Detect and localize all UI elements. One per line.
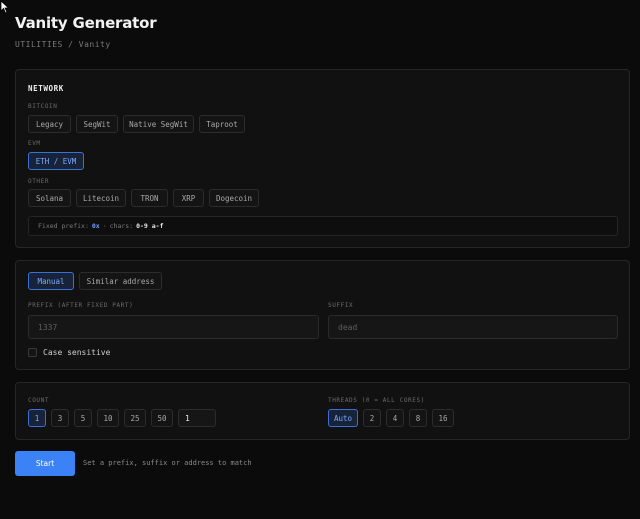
bitcoin-options: Legacy SegWit Native SegWit Taproot [28,115,245,133]
pattern-card: Manual Similar address PREFIX (AFTER FIX… [15,260,630,370]
case-sensitive-row: Case sensitive [28,348,110,357]
count-option-25[interactable]: 25 [124,409,146,427]
fixed-prefix-value: 0x [91,222,100,230]
network-option-solana[interactable]: Solana [28,189,71,207]
thread-option-8[interactable]: 8 [409,409,427,427]
evm-options: ETH / EVM [28,152,84,170]
page-title: Vanity Generator [15,14,157,32]
breadcrumb: UTILITIES / Vanity [15,40,111,49]
fixed-prefix-label: Fixed prefix: [38,222,89,230]
network-option-eth-evm[interactable]: ETH / EVM [28,152,84,170]
count-label: COUNT [28,397,50,404]
network-title: NETWORK [28,84,64,93]
count-option-5[interactable]: 5 [74,409,92,427]
count-options: 1 3 5 10 25 50 1 [28,409,216,427]
thread-options: Auto 2 4 8 16 [328,409,454,427]
network-option-legacy[interactable]: Legacy [28,115,71,133]
case-sensitive-checkbox[interactable] [28,348,37,357]
thread-option-4[interactable]: 4 [386,409,404,427]
start-button[interactable]: Start [15,451,75,476]
count-option-1[interactable]: 1 [28,409,46,427]
thread-option-auto[interactable]: Auto [328,409,358,427]
tab-manual[interactable]: Manual [28,272,74,290]
count-option-3[interactable]: 3 [51,409,69,427]
other-options: Solana Litecoin TRON XRP Dogecoin [28,189,259,207]
network-option-segwit[interactable]: SegWit [76,115,118,133]
count-option-10[interactable]: 10 [97,409,119,427]
count-input[interactable]: 1 [178,409,216,427]
network-option-taproot[interactable]: Taproot [199,115,245,133]
threads-label: THREADS (0 = ALL CORES) [328,397,425,404]
mode-tabs: Manual Similar address [28,272,162,290]
suffix-label: SUFFIX [328,302,354,309]
count-option-50[interactable]: 50 [151,409,173,427]
network-option-native-segwit[interactable]: Native SegWit [123,115,194,133]
thread-option-16[interactable]: 16 [432,409,454,427]
network-option-xrp[interactable]: XRP [173,189,204,207]
prefix-input[interactable]: 1337 [28,315,319,339]
suffix-input[interactable]: dead [328,315,618,339]
chars-label: chars: [109,222,134,230]
network-card: NETWORK BITCOIN Legacy SegWit Native Seg… [15,69,630,248]
bitcoin-group-label: BITCOIN [28,103,58,110]
tab-similar-address[interactable]: Similar address [79,272,162,290]
prefix-label: PREFIX (AFTER FIXED PART) [28,302,134,309]
evm-group-label: EVM [28,140,41,147]
chars-value: 0-9 a-f [136,222,164,230]
case-sensitive-label: Case sensitive [43,348,111,357]
thread-option-2[interactable]: 2 [363,409,381,427]
mouse-cursor-icon [0,0,10,14]
network-option-tron[interactable]: TRON [131,189,168,207]
network-option-litecoin[interactable]: Litecoin [76,189,126,207]
network-info-box: Fixed prefix: 0x · chars: 0-9 a-f [28,216,618,236]
network-option-dogecoin[interactable]: Dogecoin [209,189,259,207]
start-hint: Set a prefix, suffix or address to match [83,459,252,467]
run-options-card: COUNT 1 3 5 10 25 50 1 THREADS (0 = ALL … [15,382,630,440]
info-separator: · [102,222,107,230]
other-group-label: OTHER [28,178,50,185]
